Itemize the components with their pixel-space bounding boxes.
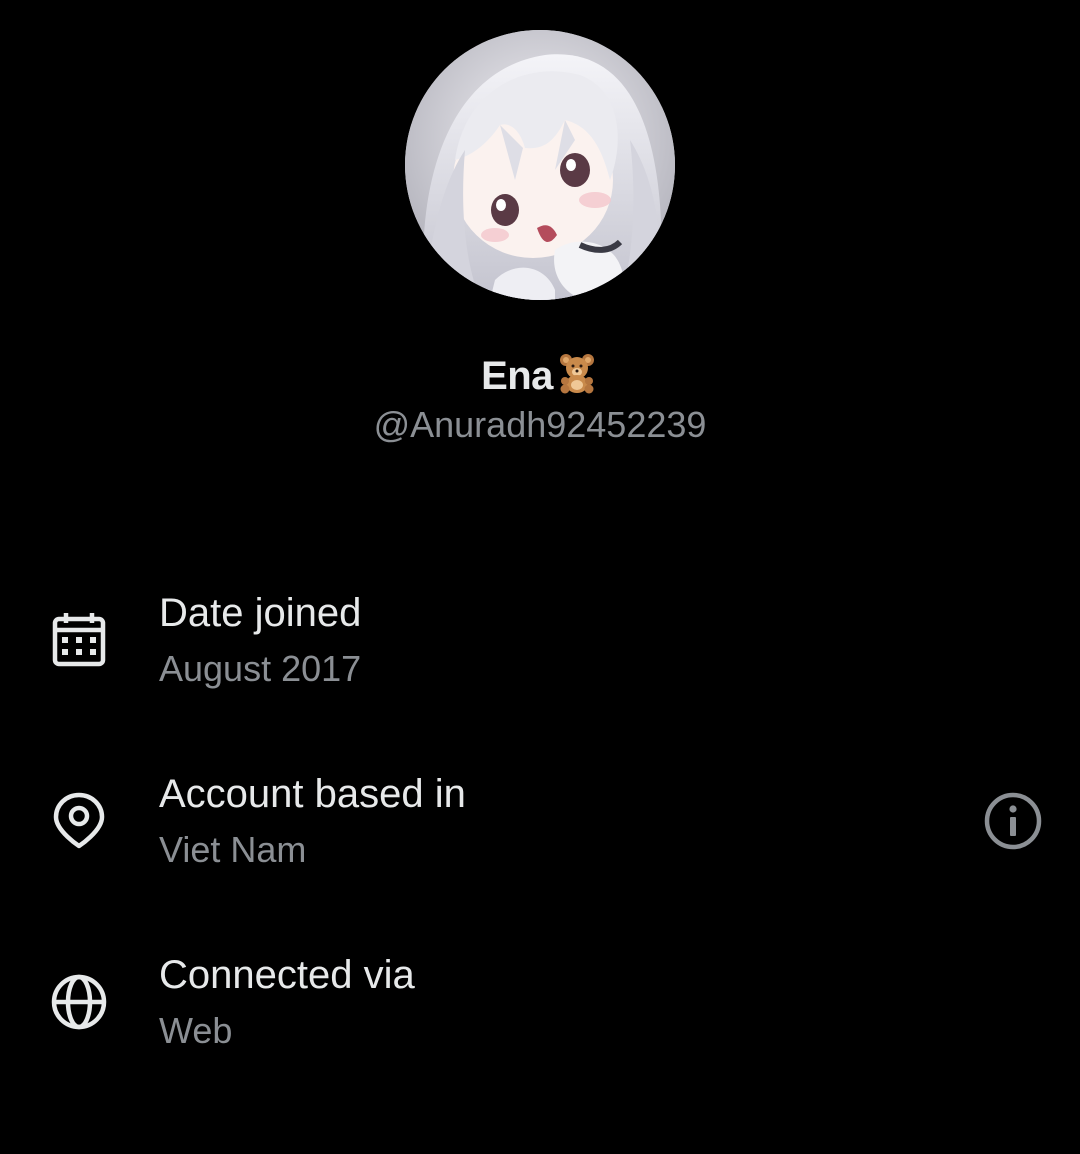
- display-name-text: Ena: [481, 354, 553, 398]
- detail-row-date-joined: Date joined August 2017: [0, 588, 1080, 738]
- avatar-image: [405, 30, 675, 300]
- detail-value: Viet Nam: [159, 829, 307, 870]
- info-icon[interactable]: [982, 790, 1044, 852]
- calendar-icon: [52, 613, 106, 667]
- location-pin-icon: [53, 792, 105, 849]
- detail-row-connected-via: Connected via Web: [0, 950, 1080, 1100]
- detail-title: Account based in: [159, 772, 466, 816]
- detail-title: Connected via: [159, 953, 415, 997]
- avatar[interactable]: [405, 30, 675, 300]
- display-name: Ena: [0, 350, 1080, 408]
- globe-icon: [51, 974, 107, 1030]
- teddy-bear-icon: [555, 351, 599, 408]
- detail-row-account-based-in: Account based in Viet Nam: [0, 769, 1080, 919]
- detail-title: Date joined: [159, 591, 362, 635]
- user-handle: @Anuradh92452239: [373, 404, 707, 445]
- detail-value: August 2017: [159, 648, 362, 689]
- detail-value: Web: [159, 1010, 233, 1051]
